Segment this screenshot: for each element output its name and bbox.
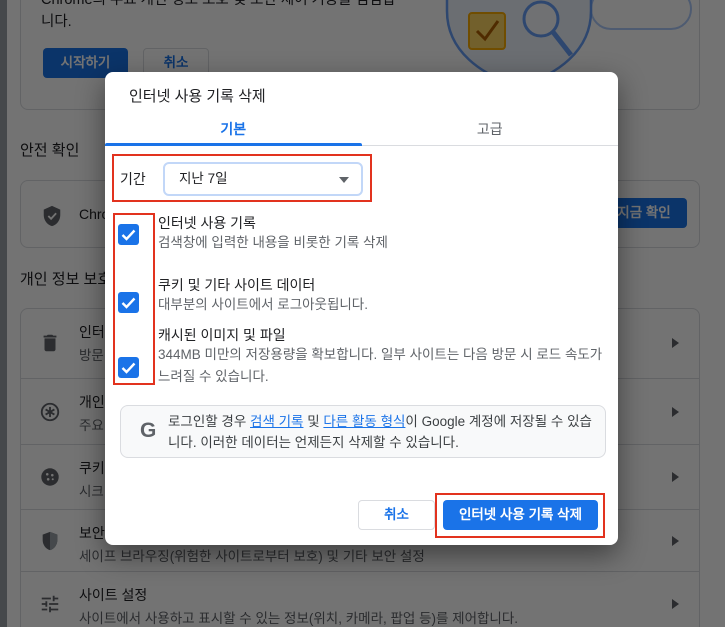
checkbox-title: 캐시된 이미지 및 파일 (158, 327, 286, 343)
checkbox-subtitle: 검색창에 입력한 내용을 비롯한 기록 삭제 (158, 235, 388, 250)
annotation-box-confirm-button (435, 493, 605, 538)
dialog-tabs: 기본 고급 (105, 112, 618, 146)
checkbox-subtitle: 대부분의 사이트에서 로그아웃됩니다. (158, 297, 368, 312)
search-history-link[interactable]: 검색 기록 (250, 414, 303, 429)
checkbox-subtitle: 344MB 미만의 저장용량을 확보합니다. 일부 사이트는 다음 방문 시 로… (158, 347, 603, 384)
checkbox-title: 인터넷 사용 기록 (158, 215, 256, 231)
other-activity-link[interactable]: 다른 활동 형식 (323, 414, 405, 429)
google-signin-note: G 로그인할 경우 검색 기록 및 다른 활동 형식이 Google 계정에 저… (120, 405, 606, 458)
clear-browsing-data-dialog: 인터넷 사용 기록 삭제 기본 고급 기간 지난 7일 인터넷 사용 기록 검색… (105, 72, 618, 545)
dialog-cancel-button[interactable]: 취소 (358, 500, 435, 530)
active-tab-underline (105, 143, 362, 146)
tab-basic[interactable]: 기본 (105, 112, 362, 145)
checkbox-title: 쿠키 및 기타 사이트 데이터 (158, 277, 316, 293)
tab-advanced[interactable]: 고급 (362, 112, 619, 145)
note-middle: 및 (303, 414, 324, 429)
screen: Chrome의 주요 개인 정보 보호 및 보안 제어 기능을 점검합니다. 시… (0, 0, 725, 627)
annotation-box-checkboxes (113, 213, 155, 385)
note-text: 로그인할 경우 검색 기록 및 다른 활동 형식이 Google 계정에 저장될… (168, 411, 596, 453)
google-g-logo: G (140, 419, 157, 442)
dialog-title: 인터넷 사용 기록 삭제 (129, 88, 266, 105)
note-prefix: 로그인할 경우 (168, 414, 251, 429)
annotation-box-time-range (112, 154, 372, 202)
